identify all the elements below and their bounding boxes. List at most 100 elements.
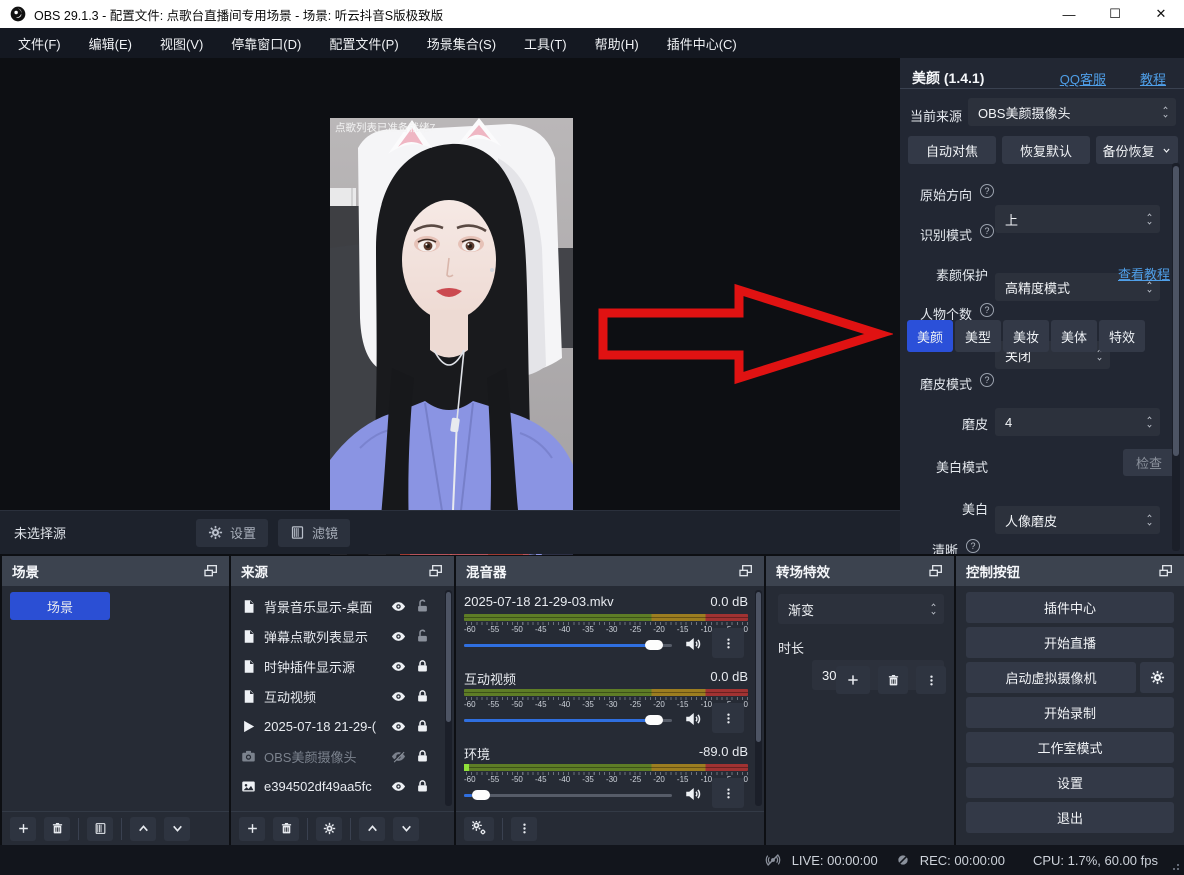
maximize-button[interactable]: ☐ [1092, 0, 1138, 28]
mixer-scrollbar[interactable] [755, 590, 762, 806]
settings-button[interactable]: 设置 [966, 767, 1174, 798]
start-recording-button[interactable]: 开始录制 [966, 697, 1174, 728]
channel-menu-button[interactable] [712, 628, 744, 658]
visibility-eye-off-icon[interactable] [390, 749, 407, 764]
source-row[interactable]: OBS美颜摄像头 [235, 742, 447, 770]
source-filters-button[interactable]: 滤镜 [278, 519, 350, 547]
source-row[interactable]: 2025-07-18 21-29-( [235, 712, 447, 740]
view-tutorial-link[interactable]: 查看教程 [1118, 264, 1170, 283]
lock-icon[interactable] [415, 719, 430, 734]
menu-docks[interactable]: 停靠窗口(D) [217, 28, 315, 58]
tutorial-link[interactable]: 教程 [1140, 69, 1166, 88]
studio-mode-button[interactable]: 工作室模式 [966, 732, 1174, 763]
backup-restore-button[interactable]: 备份恢复 [1096, 136, 1178, 164]
transition-combobox[interactable]: 渐变 [778, 594, 944, 624]
source-row[interactable]: 互动视频 [235, 682, 447, 710]
preview-canvas[interactable]: 0 X 点歌列表已准备就绪7 [0, 58, 900, 510]
add-source-button[interactable] [239, 817, 265, 841]
tab-makeup[interactable]: 美妆 [1003, 320, 1049, 352]
popout-icon[interactable] [1158, 563, 1174, 579]
channel-menu-button[interactable] [712, 703, 744, 733]
visibility-eye-icon[interactable] [390, 779, 407, 794]
volume-slider[interactable] [464, 636, 672, 654]
sources-scrollbar[interactable] [445, 590, 452, 806]
add-transition-button[interactable] [836, 666, 870, 694]
remove-source-button[interactable] [273, 817, 299, 841]
menu-profile[interactable]: 配置文件(P) [315, 28, 412, 58]
visibility-eye-icon[interactable] [390, 719, 407, 734]
chevron-updown-icon[interactable] [1161, 98, 1170, 126]
add-scene-button[interactable] [10, 817, 36, 841]
help-icon[interactable]: ? [980, 303, 994, 317]
beauty-panel-scrollbar[interactable] [1172, 163, 1180, 551]
source-properties-button[interactable]: 设置 [196, 519, 268, 547]
popout-icon[interactable] [928, 563, 944, 579]
popout-icon[interactable] [203, 563, 219, 579]
help-icon[interactable]: ? [980, 224, 994, 238]
lock-icon[interactable] [415, 689, 430, 704]
scene-list-item[interactable]: 场景 [10, 592, 110, 620]
source-move-up-button[interactable] [359, 817, 385, 841]
restore-default-button[interactable]: 恢复默认 [1002, 136, 1090, 164]
menu-tools[interactable]: 工具(T) [510, 28, 581, 58]
mixer-menu-button[interactable] [511, 817, 537, 841]
webcam-preview[interactable]: 0 X 点歌列表已准备就绪7 [330, 118, 573, 555]
smooth-mode-combobox[interactable]: 人像磨皮 [995, 506, 1160, 534]
check-button[interactable]: 检查 [1123, 449, 1175, 476]
advanced-audio-button[interactable] [464, 817, 494, 841]
speaker-icon[interactable] [684, 710, 702, 728]
current-source-combobox[interactable]: OBS美颜摄像头 [968, 98, 1176, 126]
transition-menu-button[interactable] [916, 666, 946, 694]
source-row[interactable]: e394502df49aa5fc [235, 772, 447, 800]
speaker-icon[interactable] [684, 635, 702, 653]
start-virtual-camera-button[interactable]: 启动虚拟摄像机 [966, 662, 1136, 693]
menu-file[interactable]: 文件(F) [4, 28, 75, 58]
qq-support-link[interactable]: QQ客服 [1060, 69, 1106, 88]
virtual-camera-settings-button[interactable] [1140, 662, 1174, 693]
tab-body[interactable]: 美体 [1051, 320, 1097, 352]
start-streaming-button[interactable]: 开始直播 [966, 627, 1174, 658]
menu-scene-collection[interactable]: 场景集合(S) [413, 28, 510, 58]
visibility-eye-icon[interactable] [390, 659, 407, 674]
source-row[interactable]: 背景音乐显示-桌面 [235, 592, 447, 620]
source-properties-gear-button[interactable] [316, 817, 342, 841]
orientation-combobox[interactable]: 上 [995, 205, 1160, 233]
menu-help[interactable]: 帮助(H) [581, 28, 653, 58]
minimize-button[interactable]: — [1046, 0, 1092, 28]
source-move-down-button[interactable] [393, 817, 419, 841]
channel-menu-button[interactable] [712, 778, 744, 808]
speaker-icon[interactable] [684, 785, 702, 803]
close-button[interactable]: ✕ [1138, 0, 1184, 28]
lock-icon[interactable] [415, 659, 430, 674]
popout-icon[interactable] [428, 563, 444, 579]
resize-grip[interactable] [1172, 863, 1180, 871]
tab-reshape[interactable]: 美型 [955, 320, 1001, 352]
visibility-eye-icon[interactable] [390, 599, 407, 614]
tab-effects[interactable]: 特效 [1099, 320, 1145, 352]
help-icon[interactable]: ? [980, 184, 994, 198]
plugin-center-button[interactable]: 插件中心 [966, 592, 1174, 623]
lock-icon[interactable] [415, 749, 430, 764]
unlock-icon[interactable] [415, 599, 430, 614]
lock-icon[interactable] [415, 779, 430, 794]
source-row[interactable]: 弹幕点歌列表显示 [235, 622, 447, 650]
remove-transition-button[interactable] [878, 666, 908, 694]
autofocus-button[interactable]: 自动对焦 [908, 136, 996, 164]
volume-slider[interactable] [464, 786, 672, 804]
person-count-spinner[interactable]: 4 [995, 408, 1160, 436]
menu-plugin-center[interactable]: 插件中心(C) [653, 28, 751, 58]
visibility-eye-icon[interactable] [390, 689, 407, 704]
menu-edit[interactable]: 编辑(E) [75, 28, 146, 58]
unlock-icon[interactable] [415, 629, 430, 644]
scene-filters-button[interactable] [87, 817, 113, 841]
exit-button[interactable]: 退出 [966, 802, 1174, 833]
visibility-eye-icon[interactable] [390, 629, 407, 644]
scene-move-down-button[interactable] [164, 817, 190, 841]
popout-icon[interactable] [738, 563, 754, 579]
remove-scene-button[interactable] [44, 817, 70, 841]
help-icon[interactable]: ? [966, 539, 980, 553]
scene-move-up-button[interactable] [130, 817, 156, 841]
volume-slider[interactable] [464, 711, 672, 729]
help-icon[interactable]: ? [980, 373, 994, 387]
source-row[interactable]: 时钟插件显示源 [235, 652, 447, 680]
